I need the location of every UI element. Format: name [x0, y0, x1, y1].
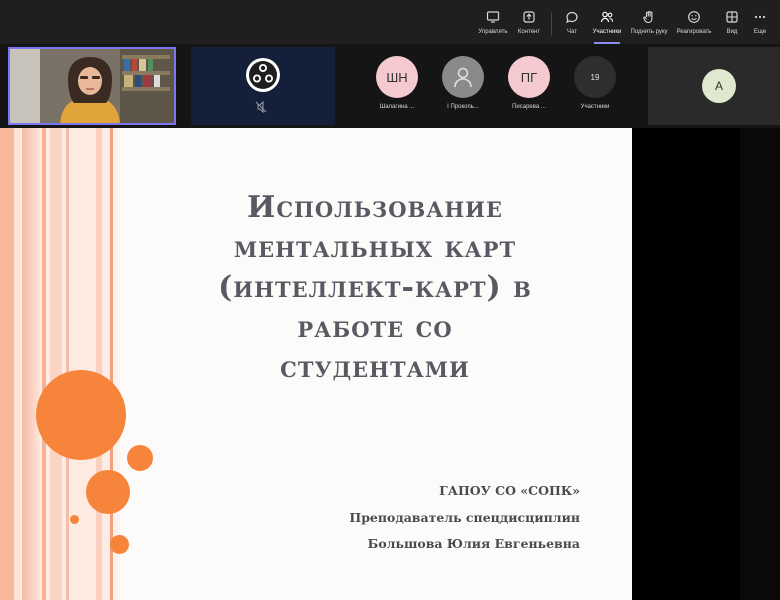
slide-decor-stripes — [0, 128, 120, 600]
slide-title-line: ментальных карт — [233, 230, 517, 265]
raise-hand-button[interactable]: Поднять руку — [626, 8, 672, 42]
participants-label: Участники — [592, 29, 622, 35]
avatar — [442, 56, 484, 98]
avatar-initials: A — [714, 79, 723, 93]
participant-name: Шалагина ... — [379, 104, 415, 110]
slide-title-line: работе со — [297, 310, 453, 345]
avatar: ПГ — [508, 56, 550, 98]
participant-tile-shn[interactable]: ШН Шалагина ... — [368, 56, 426, 120]
participants-count-tile[interactable]: 19 Участники — [566, 56, 624, 120]
present-icon — [486, 11, 500, 23]
decor-circle-dot — [70, 515, 79, 524]
participant-tile-pg[interactable]: ПГ Писарева ... — [500, 56, 558, 120]
slide-title: Использование ментальных карт (интеллект… — [150, 188, 600, 388]
chat-icon — [566, 11, 578, 24]
avatar: A — [702, 69, 736, 103]
avatar-initials: ПГ — [520, 69, 538, 85]
slide-organization: ГАПОУ СО «СОПК» — [439, 483, 580, 498]
slide-title-line: Использование — [246, 190, 504, 225]
presenter-video-image — [10, 49, 174, 123]
slide-teacher-role: Преподаватель спецдисциплин — [349, 510, 580, 525]
share-content-icon — [523, 11, 535, 23]
obs-screen-tile[interactable] — [191, 47, 335, 125]
self-video-tile[interactable] — [8, 47, 176, 125]
participants-count: 19 — [590, 72, 600, 82]
person-icon — [454, 67, 472, 88]
decor-circle-medium — [86, 470, 130, 514]
raise-hand-label: Поднять руку — [630, 29, 668, 35]
participant-tile-prokop[interactable]: I Прокопь... — [434, 56, 492, 120]
participants-count-badge: 19 — [574, 56, 616, 98]
people-icon — [600, 11, 614, 23]
slide-teacher-name: Большова Юлия Евгеньевна — [367, 536, 580, 551]
more-button[interactable]: Еще — [742, 8, 778, 42]
decor-circle-small — [110, 535, 129, 554]
slide-title-line: (интеллект-карт) в — [218, 270, 532, 305]
decor-circle-large — [36, 370, 126, 460]
participant-name: Писарева ... — [512, 104, 546, 110]
decor-circle-small — [127, 445, 153, 471]
raise-hand-icon — [643, 10, 653, 24]
obs-logo-icon — [191, 47, 335, 125]
side-panel-strip — [740, 128, 780, 600]
more-label: Еще — [753, 29, 767, 35]
react-icon — [688, 11, 700, 23]
participants-button[interactable]: Участники — [584, 8, 630, 44]
presentation-slide: Использование ментальных карт (интеллект… — [0, 128, 632, 600]
meeting-toolbar: Управлять Контент Чат Участники Поднять … — [0, 0, 780, 44]
content-label: Контент — [517, 29, 541, 35]
participant-tile-a[interactable]: A — [648, 47, 780, 125]
view-grid-icon — [726, 11, 738, 23]
slide-title-line: студентами — [280, 350, 470, 385]
content-button[interactable]: Контент — [506, 8, 552, 42]
participants-count-label: Участники — [580, 104, 610, 110]
avatar: ШН — [376, 56, 418, 98]
participant-name: I Прокопь... — [447, 104, 479, 110]
avatar-initials: ШН — [386, 69, 408, 85]
more-icon — [754, 15, 766, 19]
